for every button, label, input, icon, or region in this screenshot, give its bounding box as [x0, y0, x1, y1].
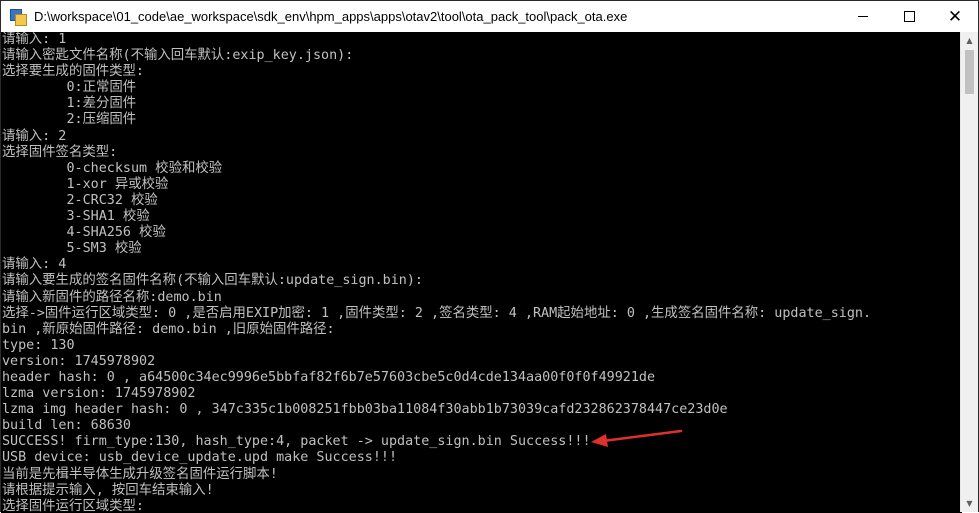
window-title: D:\workspace\01_code\ae_workspace\sdk_en… — [34, 9, 628, 24]
console-line: lzma version: 1745978902 — [2, 386, 196, 402]
console-line: 请输入新固件的路径名称:demo.bin — [2, 289, 222, 305]
console-line: build len: 68630 — [2, 418, 131, 434]
console-line: 4-SHA256 校验 — [2, 225, 166, 241]
title-bar[interactable]: D:\workspace\01_code\ae_workspace\sdk_en… — [1, 1, 978, 32]
console-app-icon — [10, 8, 27, 26]
console-line: lzma img header hash: 0 , 347c335c1b0082… — [2, 402, 728, 418]
minimize-icon — [858, 16, 868, 17]
maximize-icon — [903, 11, 915, 22]
console-line: 选择固件运行区域类型: — [2, 498, 144, 513]
console-line: type: 130 — [2, 337, 75, 353]
console-line: 请输入: 2 — [2, 128, 67, 144]
console-line: 2-CRC32 校验 — [2, 192, 158, 208]
console-line: 请输入: 1 — [2, 32, 67, 47]
console-line: 选择要生成的固件类型: — [2, 64, 144, 80]
scroll-down-icon: ▼ — [966, 499, 973, 508]
console-line: 3-SHA1 校验 — [2, 209, 150, 225]
window-controls: ✕ — [840, 1, 978, 32]
arrow-shaft — [601, 429, 683, 443]
console-line: SUCCESS! firm_type:130, hash_type:4, pac… — [2, 434, 591, 450]
vertical-scrollbar[interactable]: ▲ ▼ — [960, 32, 978, 512]
scroll-thumb[interactable] — [965, 50, 974, 94]
console-line: USB device: usb_device_update.upd make S… — [2, 450, 398, 466]
console-line: 请根据提示输入, 按回车结束输入! — [2, 482, 214, 498]
console-line: 1-xor 异或校验 — [2, 176, 169, 192]
console-line: header hash: 0 , a64500c34ec9996e5bbfaf8… — [2, 369, 656, 385]
console-line: 5-SM3 校验 — [2, 241, 142, 257]
minimize-button[interactable] — [840, 1, 886, 32]
console-line: 0:正常固件 — [2, 80, 137, 96]
scroll-up-button[interactable]: ▲ — [961, 32, 978, 49]
console-line: 请输入密匙文件名称(不输入回车默认:exip_key.json): — [2, 48, 354, 64]
console-line: 选择->固件运行区域类型: 0 ,是否启用EXIP加密: 1 ,固件类型: 2 … — [2, 305, 872, 321]
scroll-up-icon: ▲ — [966, 36, 973, 45]
console-line: bin ,新原始固件路径: demo.bin ,旧原始固件路径: — [2, 321, 335, 337]
console-window: D:\workspace\01_code\ae_workspace\sdk_en… — [0, 0, 979, 513]
red-arrow-annotation — [591, 429, 683, 447]
console-line: version: 1745978902 — [2, 353, 156, 369]
maximize-button[interactable] — [886, 1, 932, 32]
scroll-down-button[interactable]: ▼ — [961, 495, 978, 512]
console-line: 2:压缩固件 — [2, 112, 137, 128]
console-line: 请输入: 4 — [2, 257, 67, 273]
close-button[interactable]: ✕ — [932, 1, 978, 32]
arrow-head — [591, 434, 608, 447]
console-line: 0-checksum 校验和校验 — [2, 160, 223, 176]
console-line: 1:差分固件 — [2, 96, 137, 112]
close-icon: ✕ — [947, 6, 963, 27]
console-output[interactable]: 请输入: 1 请输入密匙文件名称(不输入回车默认:exip_key.json): 选… — [1, 32, 962, 513]
console-line: 当前是先楫半导体生成升级签名固件运行脚本! — [2, 466, 278, 482]
console-lines: 请输入: 1 请输入密匙文件名称(不输入回车默认:exip_key.json): 选… — [2, 32, 871, 513]
console-line: 请输入要生成的签名固件名称(不输入回车默认:update_sign.bin): — [2, 273, 423, 289]
console-line: 选择固件签名类型: — [2, 144, 118, 160]
